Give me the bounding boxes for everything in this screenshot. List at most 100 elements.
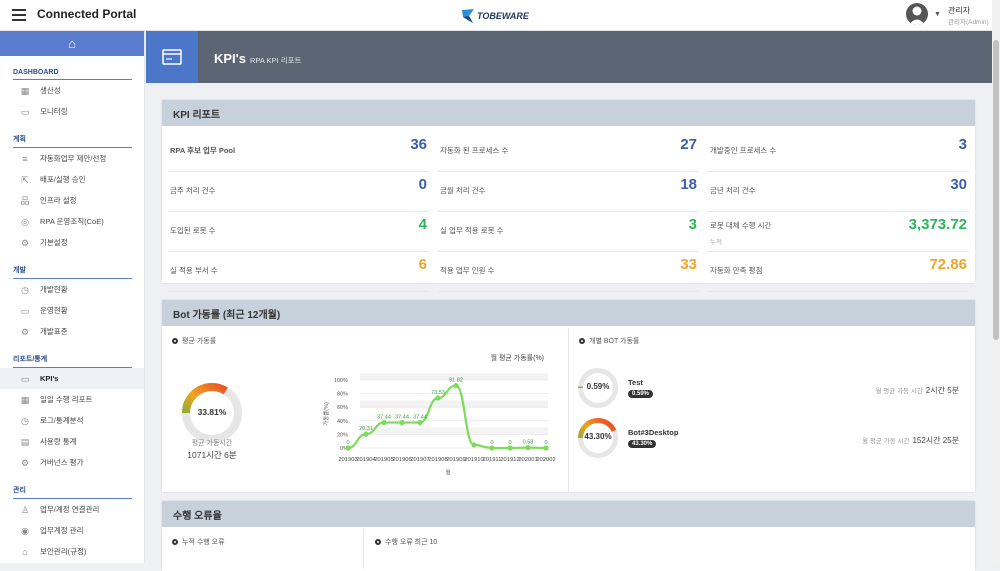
kpi-label: 실 적용 부서 수 <box>170 266 218 275</box>
data-point <box>381 419 387 426</box>
page-scrollbar[interactable] <box>992 0 1000 563</box>
data-label: 20.31 <box>359 426 373 432</box>
sidebar-item[interactable]: ▭ 모니터링 <box>0 101 144 122</box>
sidebar-item[interactable]: ♙ 업무/계정 연결관리 <box>0 499 144 520</box>
home-icon: ⌂ <box>68 36 76 51</box>
user-menu[interactable]: ▼ 관리자 관리자(Admin) <box>906 3 992 27</box>
sidebar-item-label: 로그/통계분석 <box>40 416 84 425</box>
kpi-label: 개발중인 프로세스 수 <box>710 146 777 155</box>
scrollbar-thumb[interactable] <box>993 40 999 340</box>
sidebar-item[interactable]: ⚙ 개발표준 <box>0 321 144 342</box>
sidebar-item-label: 기본설정 <box>40 238 68 247</box>
sidebar-item-label: 거버넌스 평가 <box>40 458 84 467</box>
app-title: Connected Portal <box>37 7 137 21</box>
list-icon: ≡ <box>22 153 28 164</box>
divider <box>363 529 364 569</box>
kpi-label: 자동화 된 프로세스 수 <box>440 146 509 155</box>
kpi-item: RPA 후보 업무 Pool 36 <box>168 132 429 172</box>
sidebar-item[interactable]: ▦ 일일 수행 리포트 <box>0 389 144 410</box>
top-bar: Connected Portal TOBEWARE ▼ 관리자 관리자(Admi… <box>0 0 992 31</box>
kpi-value: 33 <box>680 256 697 273</box>
sidebar-item[interactable]: ◎ RPA 운영조직(CoE) <box>0 211 144 232</box>
kpi-label: 금주 처리 건수 <box>170 186 216 195</box>
bot-name: Bot#3Desktop <box>628 428 679 437</box>
avatar[interactable] <box>906 3 928 25</box>
avg-uptime-value: 33.81% <box>197 407 227 417</box>
sidebar-item[interactable]: ▭ 운영현황 <box>0 300 144 321</box>
sidebar-item-label: 사용량 통계 <box>40 437 77 446</box>
home-button[interactable]: ⌂ <box>0 31 144 56</box>
kpi-label: 로봇 대체 수행 시간 <box>710 221 772 230</box>
bot-gauge-value: 43.30% <box>584 432 612 441</box>
avg-time-label: 평균 가동시간 <box>191 440 233 447</box>
data-label: 0 <box>544 440 547 446</box>
chevron-down-icon[interactable]: ▼ <box>934 11 941 18</box>
card-icon: ▭ <box>20 373 30 384</box>
y-tick-label: 80% <box>337 392 348 398</box>
sidebar-item[interactable]: ▦ 생산성 <box>0 80 144 101</box>
page-subtitle: RPA KPI 리포트 <box>250 56 302 65</box>
sidebar-section-title: 계획 <box>13 122 132 148</box>
sidebar-item[interactable]: ⚙ 기본설정 <box>0 232 144 253</box>
divider <box>568 328 569 492</box>
y-tick-label: 40% <box>337 419 348 425</box>
kpi-item: 자동화 만족 평점 72.86 <box>708 252 969 292</box>
sidebar-nav: DASHBOARD ▦ 생산성 ▭ 모니터링 계획 ≡ 자동화업무 제안/선정 ⇱ 배포/실행 승… <box>0 56 144 562</box>
kpi-value: 3,373.72 <box>908 216 967 233</box>
sidebar-item-label: 보안관리(규정) <box>40 547 87 556</box>
data-label: 37.44 <box>395 415 409 421</box>
kpi-item: 도입된 로봇 수 4 <box>168 212 429 252</box>
logo[interactable]: TOBEWARE <box>461 8 529 24</box>
sidebar-item-label: 운영현황 <box>40 306 68 315</box>
gear-icon: ⚙ <box>20 457 30 468</box>
bot-time-label: 월 평균 가동 시간 <box>862 438 910 445</box>
kpi-item: 자동화 된 프로세스 수 27 <box>438 132 699 172</box>
avg-time-value: 1071시간 6분 <box>187 450 237 460</box>
data-point <box>453 382 459 389</box>
y-tick-label: 20% <box>337 432 348 438</box>
sidebar-item[interactable]: ▤ 사용량 통계 <box>0 431 144 452</box>
bullet-icon <box>375 539 381 545</box>
bot-time-value: 152시간 25분 <box>912 436 959 445</box>
sidebar-item[interactable]: ⇱ 배포/실행 승인 <box>0 169 144 190</box>
kpi-value: 18 <box>680 176 697 193</box>
gear-icon: ⚙ <box>20 326 30 337</box>
sidebar-item[interactable]: ⚙ 거버넌스 평가 <box>0 452 144 473</box>
bot-item: 43.30% Bot#3Desktop 43.30% 월 평균 가동 시간 152시간 … <box>578 418 971 462</box>
kpi-label: 금월 처리 건수 <box>440 186 486 195</box>
kpi-note: 누적 <box>710 239 722 246</box>
network-icon: 品 <box>20 195 30 206</box>
sidebar-item[interactable]: ≡ 자동화업무 제안/선정 <box>0 148 144 169</box>
sidebar-item[interactable]: ◷ 로그/통계분석 <box>0 410 144 431</box>
kpi-label: 도입된 로봇 수 <box>170 226 216 235</box>
sidebar-item[interactable]: ⌂ 보안관리(규정) <box>0 541 144 562</box>
menu-icon[interactable] <box>12 9 26 21</box>
id-icon: ◉ <box>21 525 29 536</box>
recent-error-header: 수행 오류 최근 10 <box>375 537 437 547</box>
data-point <box>345 445 351 451</box>
sidebar-item[interactable]: ◉ 업무계정 관리 <box>0 520 144 541</box>
sidebar-item[interactable]: 品 인프라 설정 <box>0 190 144 211</box>
kpi-label: 자동화 만족 평점 <box>710 266 763 275</box>
chart-title: 월 평균 가동률(%) <box>491 353 544 362</box>
card-icon <box>146 31 198 83</box>
bot-badge: 0.59% <box>628 390 654 398</box>
data-point <box>525 445 531 451</box>
sidebar-item[interactable]: ▭ KPI's <box>0 368 144 389</box>
y-tick-label: 100% <box>334 378 348 384</box>
x-tick-label: 201906 <box>392 457 411 463</box>
sidebar-item[interactable]: ◷ 개발현황 <box>0 279 144 300</box>
kpi-value: 27 <box>680 136 697 153</box>
kpi-item: 금년 처리 건수 30 <box>708 172 969 212</box>
sidebar-item-label: 개발현황 <box>40 285 68 294</box>
sidebar-item-label: KPI's <box>40 374 59 383</box>
sidebar-section-title: DASHBOARD <box>13 56 132 80</box>
user-icon: ♙ <box>20 504 30 515</box>
bot-time: 월 평균 가동 시간 2시간 5분 <box>876 380 959 398</box>
kpi-value: 3 <box>958 136 967 153</box>
grid-band <box>360 386 548 394</box>
x-tick-label: 202002 <box>536 457 555 463</box>
sidebar-item-label: 업무/계정 연결관리 <box>40 505 100 514</box>
data-label: 0 <box>490 440 493 446</box>
sidebar-section-title: 개발 <box>13 253 132 279</box>
